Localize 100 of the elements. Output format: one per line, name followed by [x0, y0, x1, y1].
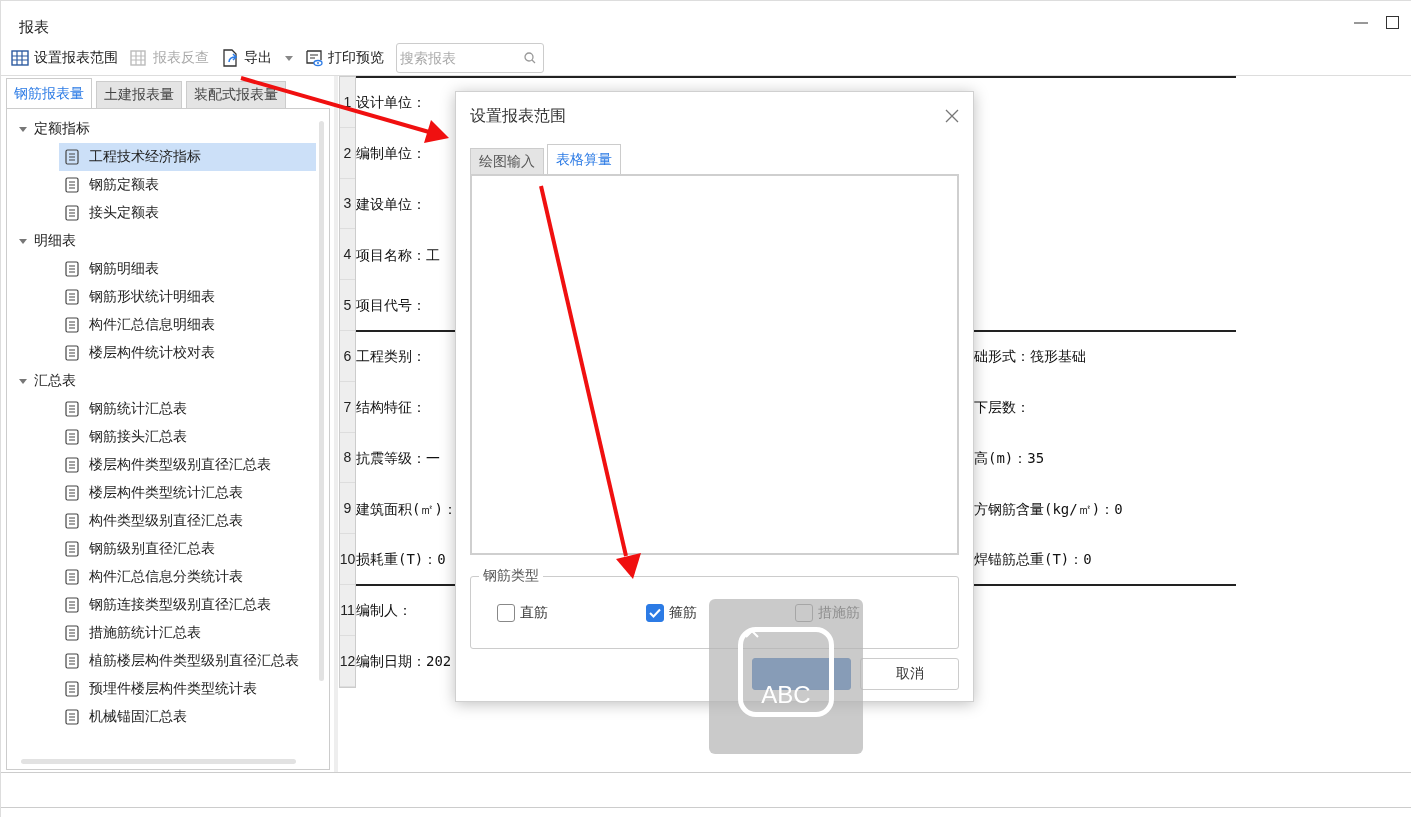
dialog-tab[interactable]: 绘图输入: [470, 148, 544, 174]
document-icon: [65, 569, 79, 585]
report-field: 编制单位：: [356, 145, 426, 164]
row-number: 7: [340, 381, 355, 433]
tree-item[interactable]: 构件类型级别直径汇总表: [59, 507, 316, 535]
row-number: 3: [340, 178, 355, 230]
maximize-icon[interactable]: [1386, 16, 1399, 29]
document-icon: [65, 205, 79, 221]
tree-item[interactable]: 楼层构件类型统计汇总表: [59, 479, 316, 507]
checkbox[interactable]: [646, 603, 664, 622]
document-icon: [65, 541, 79, 557]
row-number: 8: [340, 432, 355, 484]
tree-item[interactable]: 钢筋形状统计明细表: [59, 283, 316, 311]
document-icon: [65, 149, 79, 165]
dialog-title: 设置报表范围: [470, 105, 566, 126]
print-preview-icon: [305, 49, 323, 67]
document-icon: [65, 289, 79, 305]
tree-item[interactable]: 钢筋定额表: [59, 171, 316, 199]
window-title: 报表: [19, 18, 49, 37]
report-field: 建设单位：: [356, 196, 426, 214]
toolbar-button[interactable]: 导出: [221, 49, 293, 67]
tree-item[interactable]: 机械锚固汇总表: [59, 703, 316, 731]
search-field[interactable]: 搜索报表: [396, 43, 544, 73]
report-field: 焊锚筋总重(T)：0: [974, 550, 1092, 569]
document-icon: [65, 457, 79, 473]
document-icon: [65, 345, 79, 361]
checkbox[interactable]: [497, 603, 515, 622]
document-icon: [65, 681, 79, 697]
toolbar-button[interactable]: 设置报表范围: [11, 49, 118, 67]
report-field: 抗震等级：一: [356, 449, 440, 468]
row-number: 4: [340, 229, 355, 281]
tree-group-label[interactable]: 汇总表: [34, 372, 76, 390]
row-number: 5: [340, 280, 355, 331]
document-icon: [65, 261, 79, 277]
expanded-caret-icon[interactable]: [19, 237, 27, 245]
row-number: 12: [340, 635, 355, 687]
row-number: 9: [340, 483, 355, 535]
dropdown-caret-icon: [285, 55, 293, 61]
table-icon: [11, 49, 29, 67]
report-tab[interactable]: 钢筋报表量: [6, 78, 92, 108]
tree-item[interactable]: 钢筋明细表: [59, 255, 316, 283]
document-icon: [65, 597, 79, 613]
tree-item[interactable]: 钢筋统计汇总表: [59, 395, 316, 423]
report-field: 方钢筋含量(kg/㎡)：0: [974, 500, 1123, 519]
checkbox-option[interactable]: 直筋: [497, 603, 646, 622]
tree-group-label[interactable]: 定额指标: [34, 120, 90, 138]
tree-item[interactable]: 钢筋接头汇总表: [59, 423, 316, 451]
document-icon: [65, 653, 79, 669]
row-number: 10: [340, 534, 355, 585]
report-field: 设计单位：: [356, 94, 426, 113]
document-icon: [65, 485, 79, 501]
dialog-tab[interactable]: 表格算量: [547, 144, 621, 174]
tree-item[interactable]: 构件汇总信息明细表: [59, 311, 316, 339]
tree-item[interactable]: 楼层构件类型级别直径汇总表: [59, 451, 316, 479]
tree-item[interactable]: 措施筋统计汇总表: [59, 619, 316, 647]
document-icon: [65, 429, 79, 445]
tree-item[interactable]: 植筋楼层构件类型级别直径汇总表: [59, 647, 316, 675]
report-field: 编制日期：202: [356, 653, 452, 672]
report-field: 损耗重(T)：0: [356, 550, 446, 569]
tree-item[interactable]: 预埋件楼层构件类型统计表: [59, 675, 316, 703]
document-icon: [65, 625, 79, 641]
cancel-button[interactable]: 取消: [860, 658, 959, 690]
document-icon: [65, 401, 79, 417]
document-icon: [65, 317, 79, 333]
tree-item[interactable]: 楼层构件统计校对表: [59, 339, 316, 367]
scrollbar[interactable]: [21, 759, 296, 764]
report-field: 工程类别：: [356, 348, 426, 367]
document-icon: [65, 709, 79, 725]
close-icon[interactable]: [945, 109, 959, 123]
report-field: 项目代号：: [356, 296, 426, 315]
row-number: 11: [340, 584, 355, 636]
search-icon: [524, 52, 536, 64]
report-field: 建筑面积(㎡)：: [356, 500, 457, 519]
report-field: 编制人：: [356, 602, 412, 621]
expanded-caret-icon[interactable]: [19, 125, 27, 133]
export-icon: [221, 49, 239, 67]
report-tab[interactable]: 土建报表量: [96, 81, 182, 108]
report-field: 下层数：: [974, 399, 1030, 418]
scrollbar[interactable]: [319, 121, 324, 681]
tree-group-label[interactable]: 明细表: [34, 232, 76, 250]
tree-item[interactable]: 钢筋连接类型级别直径汇总表: [59, 591, 316, 619]
tree-item[interactable]: 钢筋级别直径汇总表: [59, 535, 316, 563]
minimize-icon[interactable]: [1354, 21, 1368, 24]
document-icon: [65, 177, 79, 193]
tree-item[interactable]: 工程技术经济指标: [59, 143, 316, 171]
report-field: 础形式：筏形基础: [974, 348, 1086, 367]
expanded-caret-icon[interactable]: [19, 377, 27, 385]
report-field: 项目名称：工: [356, 246, 440, 265]
tree-item[interactable]: 接头定额表: [59, 199, 316, 227]
caret-up-icon: [745, 629, 759, 638]
document-icon: [65, 513, 79, 529]
row-number: 2: [340, 127, 355, 179]
report-tab[interactable]: 装配式报表量: [186, 81, 286, 108]
row-number: 6: [340, 331, 355, 382]
tree-item[interactable]: 构件汇总信息分类统计表: [59, 563, 316, 591]
report-field: 结构特征：: [356, 399, 426, 418]
toolbar-button[interactable]: 打印预览: [305, 49, 384, 67]
table-icon: [130, 49, 148, 67]
report-field: 高(m)：35: [974, 449, 1045, 468]
group-title: 钢筋类型: [479, 567, 543, 585]
